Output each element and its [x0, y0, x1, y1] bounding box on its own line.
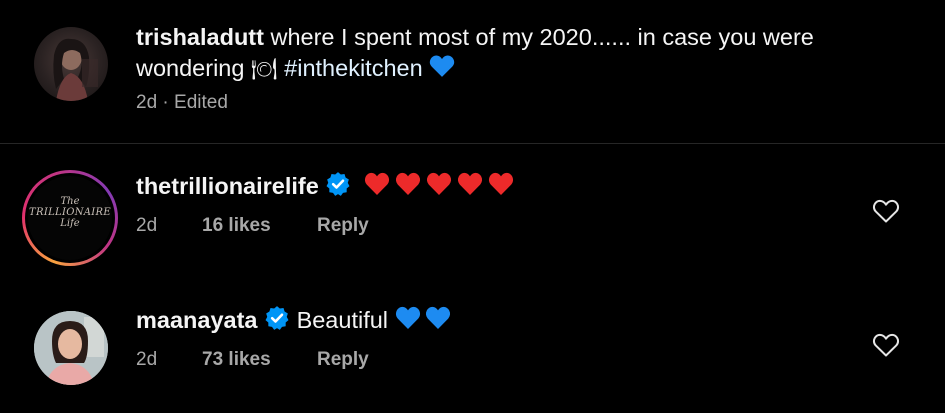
reply-button[interactable]: Reply [317, 215, 369, 237]
comment-username[interactable]: thetrillionairelife [136, 173, 319, 199]
comment-username[interactable]: maanayata [136, 307, 258, 333]
edited-label: Edited [174, 92, 228, 113]
avatar-photo-icon [53, 38, 98, 101]
comment-time: 2d [136, 349, 158, 370]
post-time: 2d [136, 92, 158, 113]
red-hearts-emoji [364, 171, 516, 205]
avatar-logo-text: Life [60, 218, 80, 229]
post-author-avatar[interactable] [34, 27, 108, 101]
hashtag-link[interactable]: #inthekitchen [284, 55, 423, 81]
caption-text-line2: wondering [136, 55, 251, 81]
reply-button[interactable]: Reply [317, 349, 369, 371]
avatar-logo-text: TRILLIONAIRE [29, 207, 111, 218]
verified-badge-icon [264, 305, 290, 339]
caption-text: where I spent most of my 2020...... in c… [263, 24, 814, 50]
comment-text: Beautiful [296, 307, 395, 334]
blue-heart-icon [429, 54, 455, 86]
divider [0, 143, 945, 144]
comment-time: 2d [136, 215, 158, 236]
likes-count[interactable]: 16 likes [202, 215, 271, 237]
blue-hearts-emoji [395, 305, 455, 339]
avatar-logo-text: The [60, 196, 80, 207]
heart-outline-icon [872, 333, 900, 357]
avatar-photo-icon [34, 311, 108, 385]
commenter-avatar[interactable]: The TRILLIONAIRE Life [22, 170, 118, 266]
post-username[interactable]: trishaladutt [136, 24, 264, 50]
meta-separator: · [162, 92, 169, 113]
verified-badge-icon [325, 171, 351, 205]
commenter-avatar[interactable] [34, 311, 108, 385]
heart-outline-icon [872, 199, 900, 223]
likes-count[interactable]: 73 likes [202, 349, 271, 371]
fork-plate-icon: 🍽 [250, 58, 278, 81]
like-comment-button[interactable] [872, 332, 900, 363]
like-comment-button[interactable] [872, 198, 900, 229]
